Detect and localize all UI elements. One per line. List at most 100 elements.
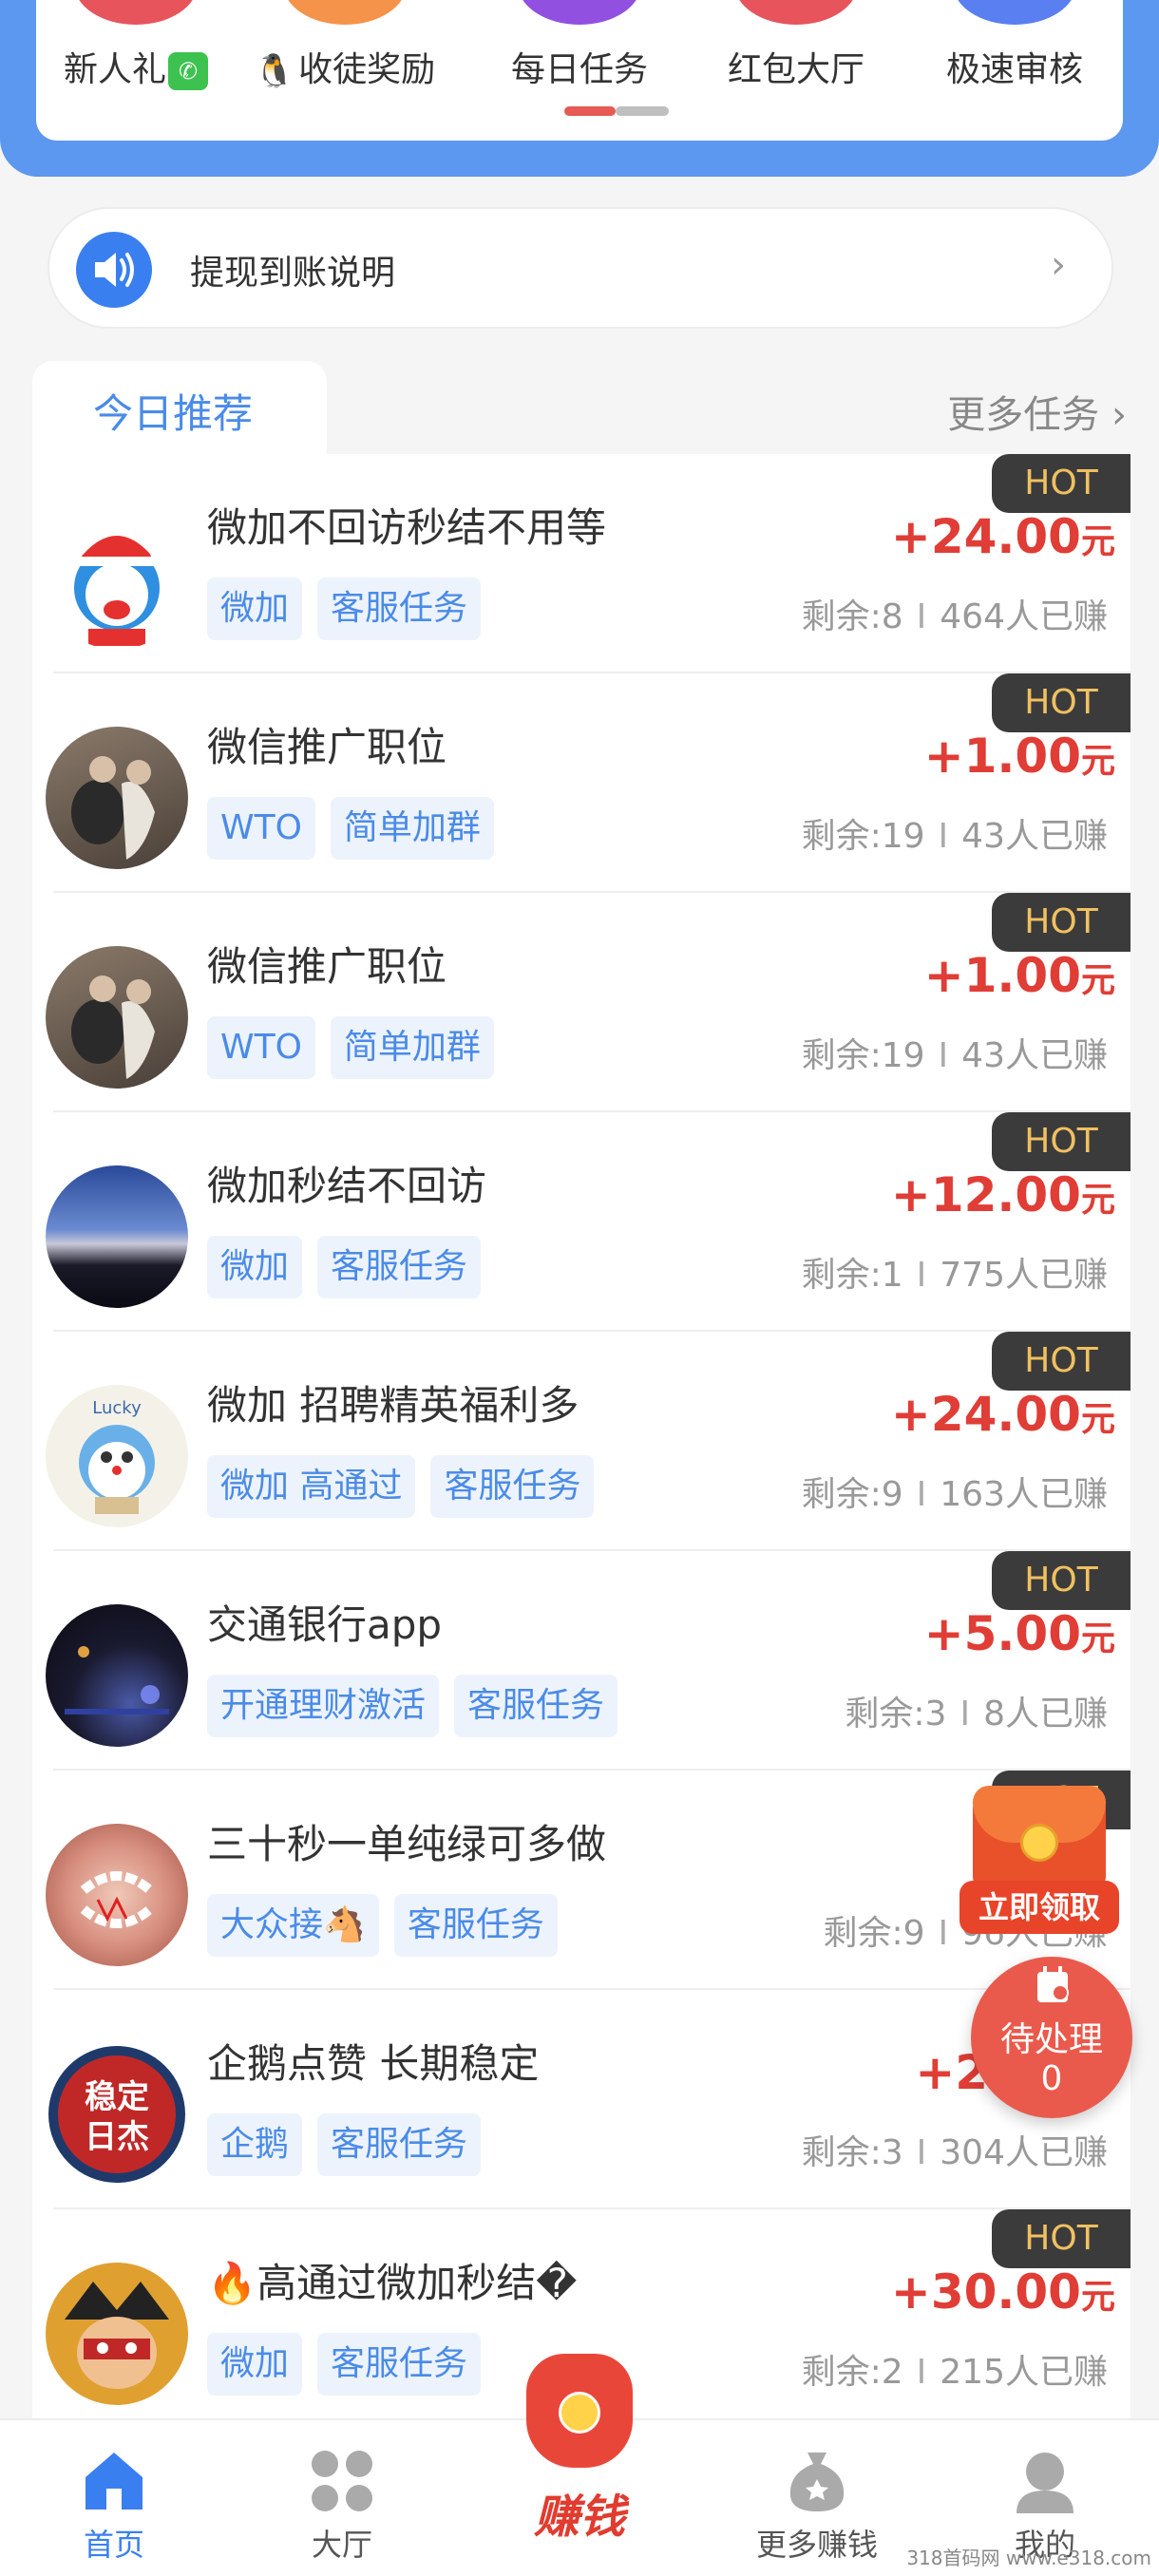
nav-hall[interactable]: 大厅 [247, 2420, 437, 2576]
category-new-user-gift[interactable]: 新人礼 ✆ [27, 0, 245, 104]
price-unit: 元 [1080, 742, 1115, 781]
task-title: 微信推广职位 [207, 943, 447, 990]
category-label: 红包大厅 [727, 50, 864, 89]
remaining-count: 9 [902, 1914, 925, 1953]
category-icon [74, 0, 198, 25]
task-avatar [46, 1604, 188, 1747]
category-fast-review[interactable]: 极速审核 [905, 0, 1124, 104]
pending-label: 待处理 [999, 2020, 1103, 2059]
pager-dot-active [564, 106, 616, 116]
category-daily-tasks[interactable]: 每日任务 [470, 0, 689, 104]
more-tasks-label: 更多任务 [947, 393, 1100, 437]
task-avatar: 稳定 日杰 [46, 2043, 188, 2186]
task-avatar [46, 1824, 188, 1966]
task-tag: 简单加群 [330, 797, 494, 860]
price-unit: 元 [1080, 522, 1115, 561]
task-stats: 剩余:19 I 43人已赚 [802, 808, 1108, 858]
earned-label: 人已赚 [1004, 597, 1108, 636]
stats-separator: I [960, 1695, 971, 1733]
remaining-label: 剩余: [801, 1036, 882, 1075]
task-tags: 大众接🐴 客服任务 [207, 1894, 573, 1957]
pending-tasks-button[interactable]: 待处理 0 [971, 1957, 1132, 2118]
task-title: 🔥高通过微加秒结� [207, 2260, 578, 2306]
money-sack-icon [783, 2447, 851, 2515]
category-icon [283, 0, 407, 25]
price-unit: 元 [1080, 1619, 1115, 1658]
stamp-text-line2: 日杰 [85, 2118, 149, 2156]
task-price: +24.00元 [891, 1387, 1115, 1442]
category-apprentice-reward[interactable]: 🐧 收徒奖励 [236, 0, 454, 104]
task-row[interactable]: 微信推广职位 WTO 简单加群 HOT +1.00元 剩余:19 I 43人已赚 [32, 673, 1130, 893]
task-list: 微加不回访秒结不用等 微加 客服任务 HOT +24.00元 剩余:8 I 464人已… [32, 454, 1130, 2430]
task-row[interactable]: 微加秒结不回访 微加 客服任务 HOT +12.00元 剩余:1 I 775人已赚 [32, 1112, 1130, 1332]
category-redpack-hall[interactable]: 红包大厅 [687, 0, 905, 104]
coin-icon [1020, 1824, 1058, 1862]
task-tags: 企鹅 客服任务 [207, 2113, 496, 2176]
task-price: +30.00元 [891, 2264, 1115, 2320]
task-tag: 简单加群 [330, 1016, 494, 1079]
coin-icon [559, 2392, 600, 2434]
task-price: +5.00元 [924, 1606, 1115, 1661]
category-label: 每日任务 [510, 50, 648, 89]
earned-count: 215 [940, 2353, 1005, 2392]
earned-count: 43 [961, 817, 1005, 856]
task-tag: 客服任务 [317, 2113, 482, 2176]
task-price: +24.00元 [891, 509, 1115, 564]
wechat-icon: ✆ [168, 52, 208, 90]
task-tag: 企鹅 [207, 2113, 303, 2176]
task-tags: 微加 高通过 客服任务 [207, 1455, 609, 1518]
hot-badge: HOT [992, 2209, 1130, 2268]
tab-today-recommend[interactable]: 今日推荐 [32, 361, 327, 456]
task-tag: 微加 [207, 1236, 303, 1298]
task-tags: WTO 简单加群 [207, 797, 509, 860]
price-value: +1.00 [923, 948, 1081, 1003]
task-avatar [46, 2263, 188, 2405]
category-label: 新人礼 [63, 50, 166, 89]
task-stats: 剩余:8 I 464人已赚 [802, 589, 1108, 638]
task-row[interactable]: 交通银行app 开通理财激活 客服任务 HOT +5.00元 剩余:3 I 8人已赚 [32, 1551, 1130, 1771]
nav-home[interactable]: 首页 [19, 2420, 209, 2576]
chevron-right-icon: › [1051, 243, 1066, 287]
earned-label: 人已赚 [1004, 1256, 1108, 1295]
task-stats: 剩余:3 I 8人已赚 [845, 1686, 1108, 1735]
task-row[interactable]: 微加不回访秒结不用等 微加 客服任务 HOT +24.00元 剩余:8 I 464人已… [32, 454, 1130, 673]
hot-badge: HOT [992, 454, 1130, 513]
task-tag: 客服任务 [454, 1675, 618, 1737]
earned-label: 人已赚 [1004, 2133, 1108, 2172]
task-row[interactable]: 微信推广职位 WTO 简单加群 HOT +1.00元 剩余:19 I 43人已赚 [32, 893, 1130, 1112]
chevron-right-icon: › [1112, 393, 1127, 437]
stats-separator: I [916, 1256, 927, 1295]
stats-separator: I [938, 1036, 949, 1075]
nav-earn[interactable]: 赚钱 [494, 2354, 665, 2572]
category-icon [734, 0, 858, 25]
nav-label: 更多赚钱 [755, 2527, 878, 2563]
earned-label: 人已赚 [1004, 817, 1108, 856]
more-tasks-link[interactable]: 更多任务 › [947, 384, 1127, 439]
remaining-count: 2 [881, 2353, 903, 2392]
claim-redpack-button[interactable]: 立即领取 [960, 1786, 1119, 1934]
remaining-count: 3 [881, 2133, 903, 2172]
price-value: +30.00 [890, 2264, 1081, 2320]
nav-label: 大厅 [311, 2527, 372, 2563]
hot-badge: HOT [992, 1332, 1130, 1391]
category-icon [518, 0, 641, 25]
task-avatar [46, 1165, 188, 1308]
withdraw-notice-bar[interactable]: 提现到账说明 › [48, 207, 1113, 329]
nav-more-earn[interactable]: 更多赚钱 [722, 2420, 912, 2576]
task-price: +1.00元 [924, 948, 1115, 1003]
qq-penguin-icon: 🐧 [254, 52, 295, 90]
task-stats: 剩余:9 I 163人已赚 [802, 1467, 1108, 1516]
category-card: 新人礼 ✆ 🐧 收徒奖励 每日任务 红包大厅 极速审核 [36, 0, 1123, 141]
task-tags: 微加 客服任务 [207, 2333, 496, 2396]
price-unit: 元 [1080, 2278, 1115, 2317]
stats-separator: I [916, 1475, 927, 1514]
hot-badge: HOT [992, 1551, 1130, 1610]
user-icon [1011, 2447, 1079, 2515]
earned-count: 163 [940, 1475, 1005, 1514]
task-row[interactable]: 稳定 日杰 企鹅点赞 长期稳定 企鹅 客服任务 +2 剩余:3 I 304人已赚 [32, 1990, 1130, 2209]
remaining-label: 剩余: [801, 1475, 882, 1514]
category-icon [953, 0, 1076, 25]
remaining-label: 剩余: [823, 1914, 903, 1953]
earned-label: 人已赚 [1004, 2353, 1108, 2392]
task-row[interactable]: Lucky 微加 招聘精英福利多 微加 高通过 客服任务 HOT +24.00元 … [32, 1332, 1130, 1551]
